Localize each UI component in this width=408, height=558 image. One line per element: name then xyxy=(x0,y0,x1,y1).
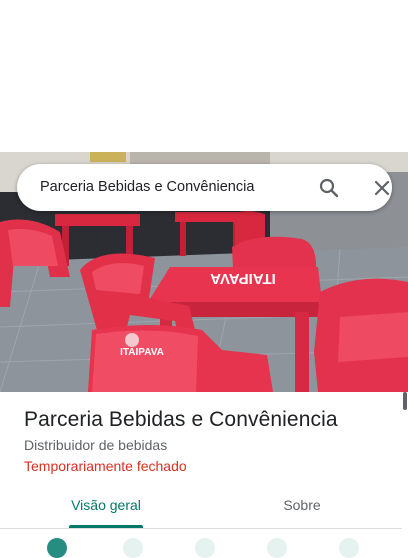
action-button-nearby[interactable] xyxy=(195,538,215,558)
tabs-divider xyxy=(0,528,402,529)
scrollbar[interactable] xyxy=(402,152,408,544)
place-tabs: Visão geral Sobre xyxy=(0,482,402,528)
action-button-save[interactable] xyxy=(123,538,143,558)
action-button-send[interactable] xyxy=(267,538,287,558)
action-button-directions[interactable] xyxy=(47,538,67,558)
place-title: Parceria Bebidas e Convêniencia xyxy=(24,408,338,431)
search-bar[interactable]: Parceria Bebidas e Convêniencia xyxy=(17,164,392,211)
scrollbar-thumb[interactable] xyxy=(403,392,407,410)
close-icon[interactable] xyxy=(370,176,394,200)
search-icon[interactable] xyxy=(317,176,341,200)
tab-overview[interactable]: Visão geral xyxy=(0,482,212,528)
action-button-share[interactable] xyxy=(339,538,359,558)
photo-chair-sign: ITAIPAVA xyxy=(120,347,164,358)
place-category[interactable]: Distribuidor de bebidas xyxy=(24,437,167,453)
map-blank-area xyxy=(0,0,408,152)
tab-about[interactable]: Sobre xyxy=(212,482,392,528)
search-input[interactable]: Parceria Bebidas e Convêniencia xyxy=(40,164,254,211)
photo-table-sign: ITAIPAVA xyxy=(210,270,276,287)
place-status: Temporariamente fechado xyxy=(24,458,187,474)
